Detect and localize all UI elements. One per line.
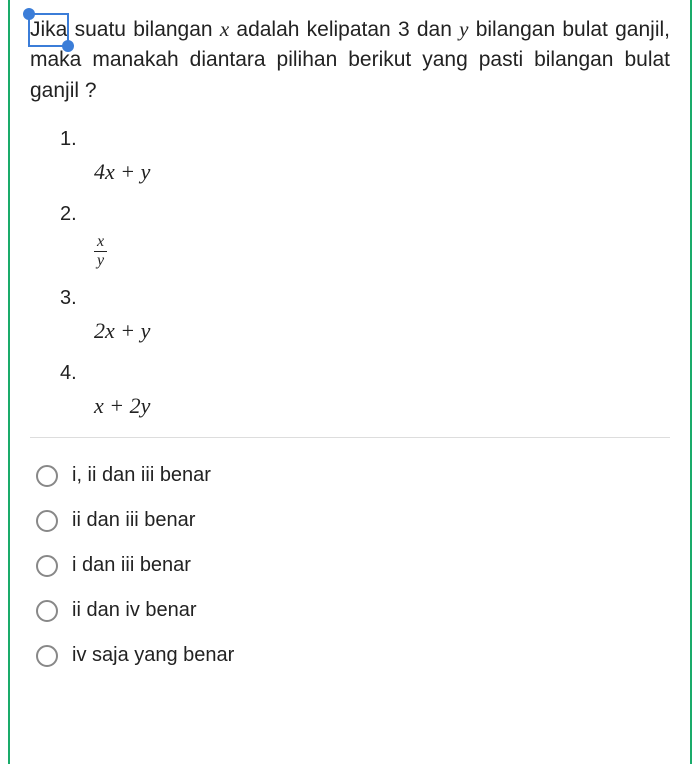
divider bbox=[30, 437, 670, 438]
question-part3: adalah kelipatan 3 dan bbox=[229, 18, 459, 41]
radio-icon bbox=[36, 645, 58, 667]
statement-4-expression: x + 2y bbox=[94, 393, 670, 419]
choice-c-label: i dan iii benar bbox=[72, 554, 191, 577]
choice-b-label: ii dan iii benar bbox=[72, 509, 195, 532]
question-word-jika: Jika bbox=[30, 18, 67, 41]
selection-highlight[interactable]: Jika bbox=[30, 15, 67, 45]
selection-handle-start[interactable] bbox=[23, 8, 35, 20]
answer-choices: i, ii dan iii benar ii dan iii benar i d… bbox=[36, 464, 670, 667]
choice-a-label: i, ii dan iii benar bbox=[72, 464, 211, 487]
statement-3: 3. 2x + y bbox=[60, 287, 670, 344]
radio-icon bbox=[36, 465, 58, 487]
choice-a[interactable]: i, ii dan iii benar bbox=[36, 464, 670, 487]
choice-e[interactable]: iv saja yang benar bbox=[36, 644, 670, 667]
statement-1-expression: 4x + y bbox=[94, 159, 670, 185]
statement-2: 2. x y bbox=[60, 203, 670, 269]
radio-icon bbox=[36, 510, 58, 532]
fraction: x y bbox=[94, 234, 107, 269]
statement-4: 4. x + 2y bbox=[60, 362, 670, 419]
statement-3-expression: 2x + y bbox=[94, 318, 670, 344]
fraction-numerator: x bbox=[94, 234, 107, 252]
statement-2-number: 2. bbox=[60, 203, 670, 226]
choice-c[interactable]: i dan iii benar bbox=[36, 554, 670, 577]
choice-d[interactable]: ii dan iv benar bbox=[36, 599, 670, 622]
choice-b[interactable]: ii dan iii benar bbox=[36, 509, 670, 532]
question-part2: suatu bilangan bbox=[67, 18, 219, 41]
radio-icon bbox=[36, 600, 58, 622]
statement-1-number: 1. bbox=[60, 128, 670, 151]
statement-1: 1. 4x + y bbox=[60, 128, 670, 185]
statement-3-number: 3. bbox=[60, 287, 670, 310]
radio-icon bbox=[36, 555, 58, 577]
question-var-x: x bbox=[220, 17, 229, 41]
question-text: Jika suatu bilangan x adalah kelipatan 3… bbox=[30, 14, 670, 106]
fraction-denominator: y bbox=[94, 252, 107, 269]
question-card: Jika suatu bilangan x adalah kelipatan 3… bbox=[8, 0, 692, 764]
choice-d-label: ii dan iv benar bbox=[72, 599, 197, 622]
statement-list: 1. 4x + y 2. x y 3. 2x + y 4. x + 2y bbox=[60, 128, 670, 419]
statement-4-number: 4. bbox=[60, 362, 670, 385]
choice-e-label: iv saja yang benar bbox=[72, 644, 234, 667]
statement-2-expression: x y bbox=[94, 234, 670, 269]
